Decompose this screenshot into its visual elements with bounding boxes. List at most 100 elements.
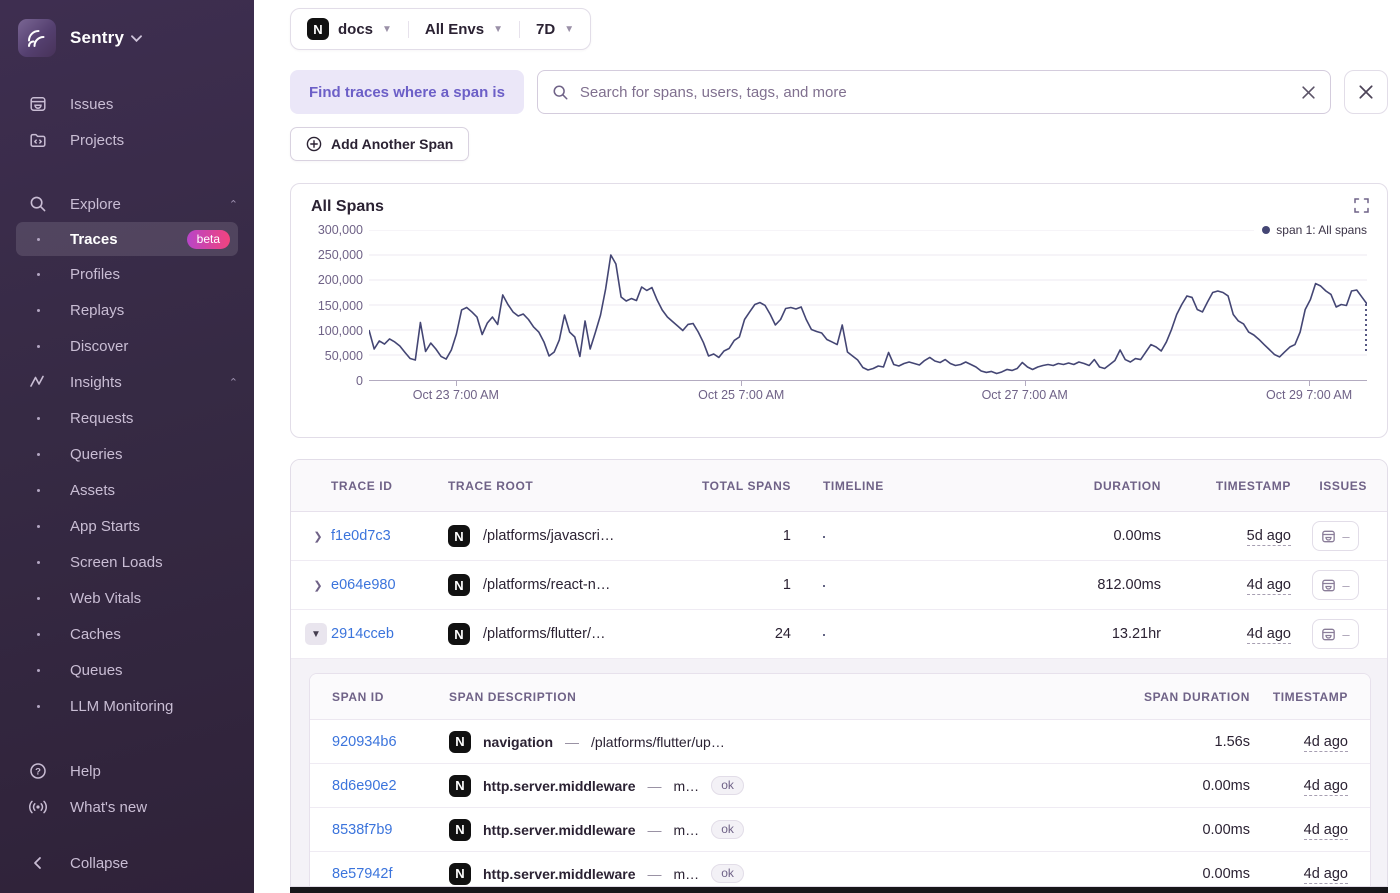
issues-indicator-button[interactable]: – <box>1312 570 1359 600</box>
span-id-link[interactable]: 8d6e90e2 <box>332 778 449 794</box>
sidebar-item-issues[interactable]: Issues <box>0 86 254 122</box>
sidebar-item-projects[interactable]: Projects <box>0 122 254 158</box>
timestamp-tooltip[interactable]: 4d ago <box>1303 733 1348 752</box>
bullet-icon <box>28 632 48 636</box>
chart-title: All Spans <box>311 198 384 215</box>
sidebar-item-llm-monitoring[interactable]: LLM Monitoring <box>0 688 254 724</box>
trace-id-link[interactable]: f1e0d7c3 <box>331 528 448 544</box>
sidebar-item-help[interactable]: ? Help <box>0 753 254 789</box>
sidebar-item-replays[interactable]: Replays <box>0 292 254 328</box>
y-tick: 50,000 <box>324 348 363 363</box>
y-tick: 100,000 <box>317 323 363 338</box>
x-tick-label: Oct 27 7:00 AM <box>981 388 1068 402</box>
x-tick-label: Oct 29 7:00 AM <box>1266 388 1353 402</box>
spans-subtable-header: SPAN ID SPAN DESCRIPTION SPAN DURATION T… <box>310 674 1370 720</box>
chart-plot-area[interactable]: span 1: All spans <box>369 223 1367 381</box>
span-status-badge: ok <box>711 864 744 883</box>
sidebar-item-requests[interactable]: Requests <box>0 400 254 436</box>
sidebar-item-assets[interactable]: Assets <box>0 472 254 508</box>
trace-row: ❯ e064e980 N/platforms/react-n… 1 812.00… <box>291 561 1387 610</box>
timestamp-tooltip[interactable]: 4d ago <box>1246 577 1291 595</box>
add-another-span-button[interactable]: Add Another Span <box>290 127 470 161</box>
chart-legend[interactable]: span 1: All spans <box>1254 223 1367 237</box>
chevron-up-icon[interactable]: ⌃ <box>229 198 238 211</box>
clear-search-icon[interactable] <box>1301 85 1316 100</box>
span-condition-chip[interactable]: Find traces where a span is <box>290 70 524 114</box>
span-id-link[interactable]: 920934b6 <box>332 734 449 750</box>
search-placeholder: Search for spans, users, tags, and more <box>579 83 847 101</box>
bullet-icon <box>28 237 48 241</box>
environment-filter[interactable]: All Envs ▼ <box>407 20 519 38</box>
issues-indicator-button[interactable]: – <box>1312 521 1359 551</box>
expand-row-chevron[interactable]: ❯ <box>305 579 331 592</box>
date-range-filter[interactable]: 7D ▼ <box>519 20 590 38</box>
expand-row-chevron[interactable]: ❯ <box>305 530 331 543</box>
no-issues-dash: – <box>1342 626 1350 642</box>
sidebar-item-profiles[interactable]: Profiles <box>0 256 254 292</box>
sidebar-item-whats-new[interactable]: What's new <box>0 789 254 825</box>
project-filter-value: docs <box>338 20 374 38</box>
no-issues-dash: – <box>1342 577 1350 593</box>
sidebar-section-insights[interactable]: Insights ⌃ <box>0 364 254 400</box>
timestamp-tooltip[interactable]: 4d ago <box>1303 865 1348 884</box>
sidebar-item-queries[interactable]: Queries <box>0 436 254 472</box>
search-icon <box>28 195 48 213</box>
spans-line-chart <box>369 230 1367 380</box>
sidebar-item-caches[interactable]: Caches <box>0 616 254 652</box>
sidebar-item-screen-loads[interactable]: Screen Loads <box>0 544 254 580</box>
span-status-badge: ok <box>711 776 744 795</box>
span-row: 8d6e90e2 N http.server.middleware — m… o… <box>310 764 1370 808</box>
plus-circle-icon <box>306 136 322 152</box>
main-content: N docs ▼ All Envs ▼ 7D ▼ Find traces whe… <box>254 0 1400 893</box>
span-id-link[interactable]: 8538f7b9 <box>332 822 449 838</box>
span-row: 8538f7b9 N http.server.middleware — m… o… <box>310 808 1370 852</box>
issues-indicator-button[interactable]: – <box>1312 619 1359 649</box>
timestamp-tooltip[interactable]: 4d ago <box>1303 821 1348 840</box>
bullet-icon <box>28 272 48 276</box>
sidebar-item-app-starts[interactable]: App Starts <box>0 508 254 544</box>
sidebar-item-discover[interactable]: Discover <box>0 328 254 364</box>
span-status-badge: ok <box>711 820 744 839</box>
y-tick: 250,000 <box>317 248 363 263</box>
span-search-input[interactable]: Search for spans, users, tags, and more <box>536 70 1331 114</box>
col-span-timestamp: TIMESTAMP <box>1272 689 1348 704</box>
help-icon: ? <box>28 762 48 780</box>
expand-chart-icon[interactable] <box>1354 198 1369 213</box>
nextjs-project-icon: N <box>449 862 471 885</box>
collapse-row-chevron[interactable]: ▼ <box>305 623 327 645</box>
sidebar-section-explore[interactable]: Explore ⌃ <box>0 186 254 222</box>
chart-y-axis: 300,000 250,000 200,000 150,000 100,000 … <box>311 223 369 388</box>
x-tick-label: Oct 23 7:00 AM <box>412 388 499 402</box>
beta-badge: beta <box>186 229 230 249</box>
bullet-icon <box>28 560 48 564</box>
svg-text:?: ? <box>35 766 41 777</box>
remove-span-condition-button[interactable] <box>1344 70 1388 114</box>
chevron-down-icon: ▼ <box>564 23 575 35</box>
spans-subtable: SPAN ID SPAN DESCRIPTION SPAN DURATION T… <box>309 673 1371 886</box>
sidebar-collapse-button[interactable]: Collapse <box>0 845 254 881</box>
chevron-up-icon[interactable]: ⌃ <box>229 376 238 389</box>
nextjs-project-icon: N <box>448 623 470 645</box>
projects-icon <box>28 131 48 149</box>
search-icon <box>553 85 568 99</box>
trace-id-link[interactable]: e064e980 <box>331 577 448 593</box>
sidebar-item-queues[interactable]: Queues <box>0 652 254 688</box>
timestamp-tooltip[interactable]: 4d ago <box>1246 626 1291 644</box>
trace-id-link[interactable]: 2914cceb <box>331 626 448 642</box>
close-icon <box>1359 85 1373 99</box>
environment-filter-value: All Envs <box>424 20 485 38</box>
col-span-duration: SPAN DURATION <box>1143 689 1250 704</box>
trace-row-expanded: ▼ 2914cceb N/platforms/flutter/… 24 13.2… <box>291 610 1387 659</box>
sidebar-item-web-vitals[interactable]: Web Vitals <box>0 580 254 616</box>
timestamp-tooltip[interactable]: 5d ago <box>1246 528 1291 546</box>
span-id-link[interactable]: 8e57942f <box>332 866 449 882</box>
y-tick: 300,000 <box>317 223 363 237</box>
chevron-down-icon <box>131 34 143 42</box>
sidebar-nav: Issues Projects Explore ⌃ Traces beta Pr… <box>0 86 254 881</box>
col-trace-root: TRACE ROOT <box>448 478 534 493</box>
org-switcher[interactable]: Sentry <box>0 16 254 60</box>
y-tick: 150,000 <box>317 298 363 313</box>
project-filter[interactable]: N docs ▼ <box>291 18 408 40</box>
sidebar-item-traces[interactable]: Traces beta <box>16 222 238 256</box>
timestamp-tooltip[interactable]: 4d ago <box>1303 777 1348 796</box>
